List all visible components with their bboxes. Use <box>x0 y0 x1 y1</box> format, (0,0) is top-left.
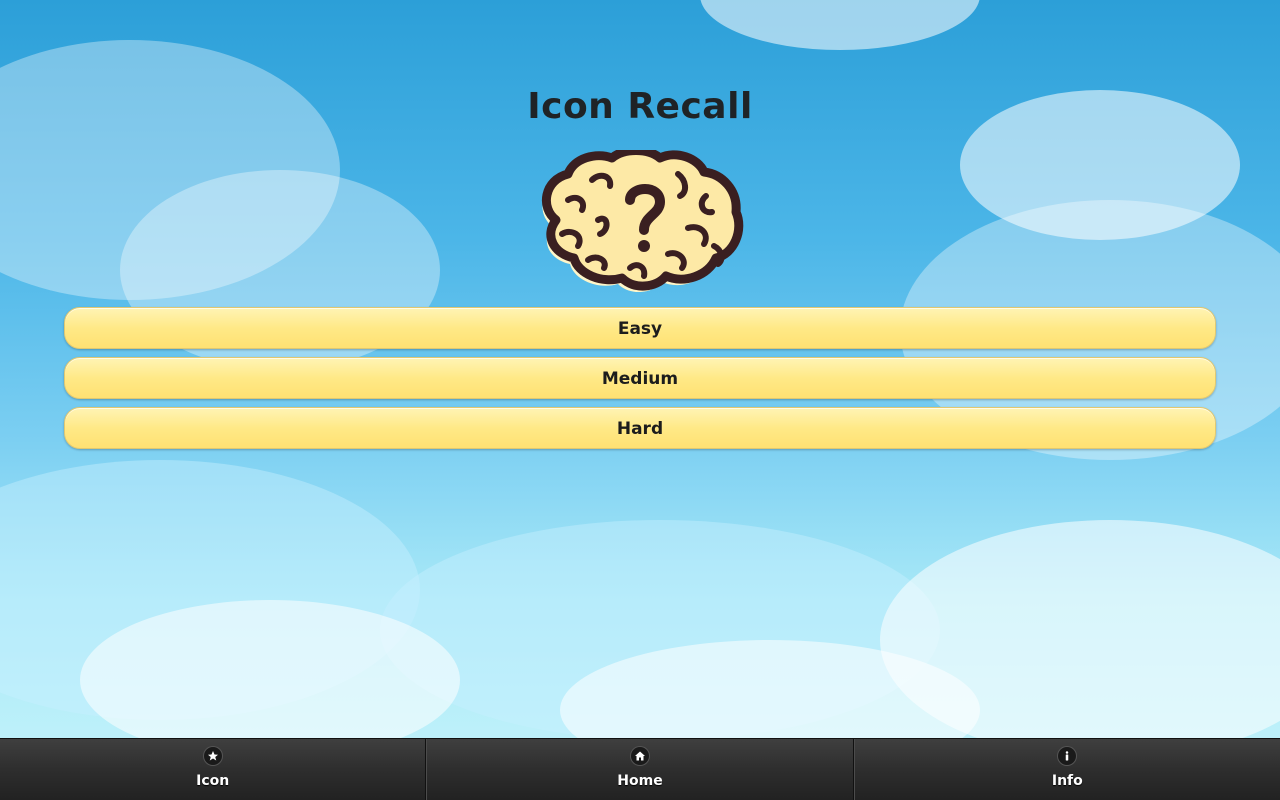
hard-button[interactable]: Hard <box>64 407 1216 449</box>
game-screen: Icon Recall Easy Medium Hard Icon Home I… <box>0 0 1280 800</box>
tab-label: Home <box>617 773 663 789</box>
home-icon <box>630 747 649 765</box>
game-title: Icon Recall <box>527 86 753 127</box>
brain-question-icon <box>538 146 744 293</box>
medium-button[interactable]: Medium <box>64 357 1216 399</box>
tab-info[interactable]: Info <box>853 739 1280 800</box>
info-icon <box>1058 747 1077 765</box>
difficulty-menu: Easy Medium Hard <box>64 307 1216 457</box>
tab-label: Icon <box>196 773 230 789</box>
tab-icon[interactable]: Icon <box>0 739 427 800</box>
tab-label: Info <box>1051 773 1083 789</box>
tab-home[interactable]: Home <box>426 739 854 800</box>
easy-button[interactable]: Easy <box>64 307 1216 349</box>
star-icon <box>203 747 222 765</box>
bottom-tab-bar: Icon Home Info <box>0 738 1280 800</box>
cloud-decoration <box>700 0 980 50</box>
cloud-decoration <box>80 600 460 760</box>
